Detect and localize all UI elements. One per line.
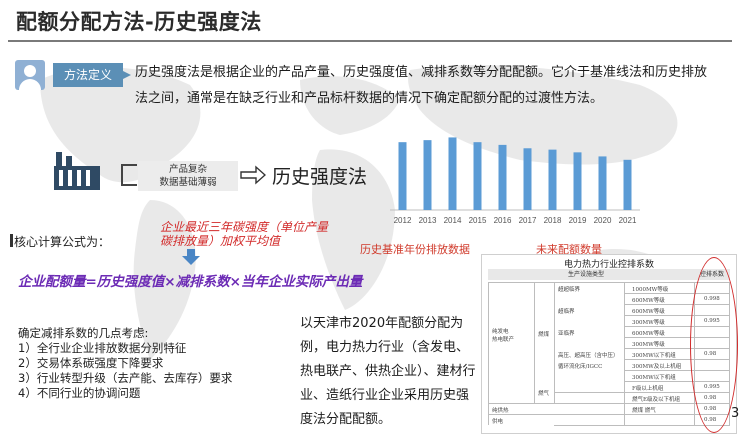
factor-item: 1）全行业企业排放数据分别特征 — [18, 341, 187, 355]
table-cell-type: 供电 — [492, 419, 504, 425]
table-header: 生产设施类型 控排系数 — [488, 269, 730, 280]
table-gridline — [488, 403, 730, 404]
tick-label-2014: 2014 — [444, 216, 462, 225]
header-type: 生产设施类型 — [568, 271, 605, 278]
tick-label-2018: 2018 — [544, 216, 562, 225]
table-cell-capacity: 燃煤 燃气 — [632, 408, 656, 414]
bar-2013 — [423, 140, 432, 210]
intensity-note: 企业最近三年碳强度（单位产量碳排放量）加权平均值 — [160, 220, 329, 248]
definition-text: 历史强度法是根据企业的产品产量、历史强度值、减排系数等分配配额。它介于基准线法和… — [135, 65, 708, 106]
method-name: 历史强度法 — [272, 166, 368, 188]
tick-label-2017: 2017 — [519, 216, 537, 225]
table-cell-capacity: 300MW等级 — [632, 342, 665, 348]
bar-2017 — [523, 148, 532, 210]
table-cell-type: 循环流化床/IGCC — [558, 364, 603, 370]
table-cell-type: 超超临界 — [558, 287, 581, 293]
table-gridline — [534, 282, 535, 403]
tick-label-2013: 2013 — [419, 216, 437, 225]
table-cell-type: 高压、超高压（含中压） — [558, 353, 619, 359]
title-divider — [8, 40, 732, 42]
table-gridline — [488, 414, 730, 415]
bar-2019 — [573, 152, 582, 210]
table-cell-type: 超临界 — [558, 309, 575, 315]
table-cell-capacity: F级以上机组 — [632, 386, 664, 392]
bar-2021 — [623, 159, 632, 210]
condition-line-1: 产品复杂 — [168, 164, 207, 175]
table-cell-capacity: 300MW以下机组 — [632, 375, 676, 381]
tick-label-2016: 2016 — [494, 216, 512, 225]
tick-label-2021: 2021 — [619, 216, 637, 225]
allocation-formula: 企业配额量=历史强度值×减排系数×当年企业实际产出量 — [18, 274, 363, 290]
table-cell-capacity: 300MW及以上机组 — [632, 364, 682, 370]
tianjin-example: 以天津市2020年配额分配为例，电力热力行业（含发电、热电联产、供热企业）、建材… — [300, 316, 476, 427]
bar-2020 — [598, 156, 607, 210]
factory-icon — [54, 152, 100, 190]
table-cell-capacity: 300MW等级 — [632, 320, 665, 326]
tick-label-2020: 2020 — [594, 216, 612, 225]
reduction-factors: 确定减排系数的几点考虑: 1）全行业企业排放数据分别特征 2）交易体系碳强度下降… — [18, 326, 232, 401]
bar-2018 — [548, 149, 557, 210]
tick-label-2015: 2015 — [469, 216, 487, 225]
page-number: 3 — [731, 406, 740, 421]
factor-item: 3）行业转型升级（去产能、去库存）要求 — [18, 371, 233, 385]
tick-label-2019: 2019 — [569, 216, 587, 225]
core-formula-label: 核心计算公式为： — [14, 235, 111, 249]
factor-item: 2）交易体系碳强度下降要求 — [18, 356, 164, 370]
table-cell-type: 亚临界 — [558, 331, 575, 337]
table-group-label: 纯发电 — [492, 329, 509, 335]
bar-2014 — [448, 137, 457, 210]
condition-line-2: 数据基础薄弱 — [159, 177, 217, 188]
condition-box: 产品复杂 数据基础薄弱 — [138, 161, 238, 191]
table-gridline — [554, 282, 555, 403]
table-cell-capacity: 600MW等级 — [632, 309, 665, 315]
method-definition-tag: 方法定义 — [53, 63, 131, 87]
bar-2015 — [473, 142, 482, 210]
table-cell-type: 纯供热 — [492, 408, 509, 414]
tick-label-2012: 2012 — [394, 216, 412, 225]
legend-base-years: 历史基准年份排放数据 — [360, 243, 470, 256]
emission-bar-chart: 2012 2013 2014 2015 2016 2017 2018 2019 2020 2021 — [390, 137, 640, 225]
page-title: 配额分配方法-历史强度法 — [16, 10, 262, 34]
bar-2016 — [498, 144, 507, 210]
table-cell-capacity: 600MW等级 — [632, 331, 665, 337]
table-group-label: 热电联产 — [492, 337, 515, 343]
table-fuel-gas: 燃气 — [538, 391, 550, 397]
bar-2012 — [398, 142, 407, 210]
table-cell-capacity: 燃气E级及以下机组 — [632, 397, 681, 403]
core-bullet-mark — [10, 234, 13, 247]
arrow-right-icon — [240, 165, 266, 185]
table-cell-capacity: 600MW等级 — [632, 298, 665, 304]
down-arrow-icon — [182, 249, 200, 265]
table-cell-capacity: 300MW以下机组 — [632, 353, 676, 359]
table-cell-capacity: 1000MW等级 — [632, 287, 669, 293]
table-fuel-coal: 燃煤 — [538, 332, 550, 338]
factor-item: 4）不同行业的协调问题 — [18, 386, 141, 400]
factors-title: 确定减排系数的几点考虑: — [18, 326, 149, 340]
person-icon — [15, 60, 45, 90]
bracket-shape — [121, 164, 137, 186]
